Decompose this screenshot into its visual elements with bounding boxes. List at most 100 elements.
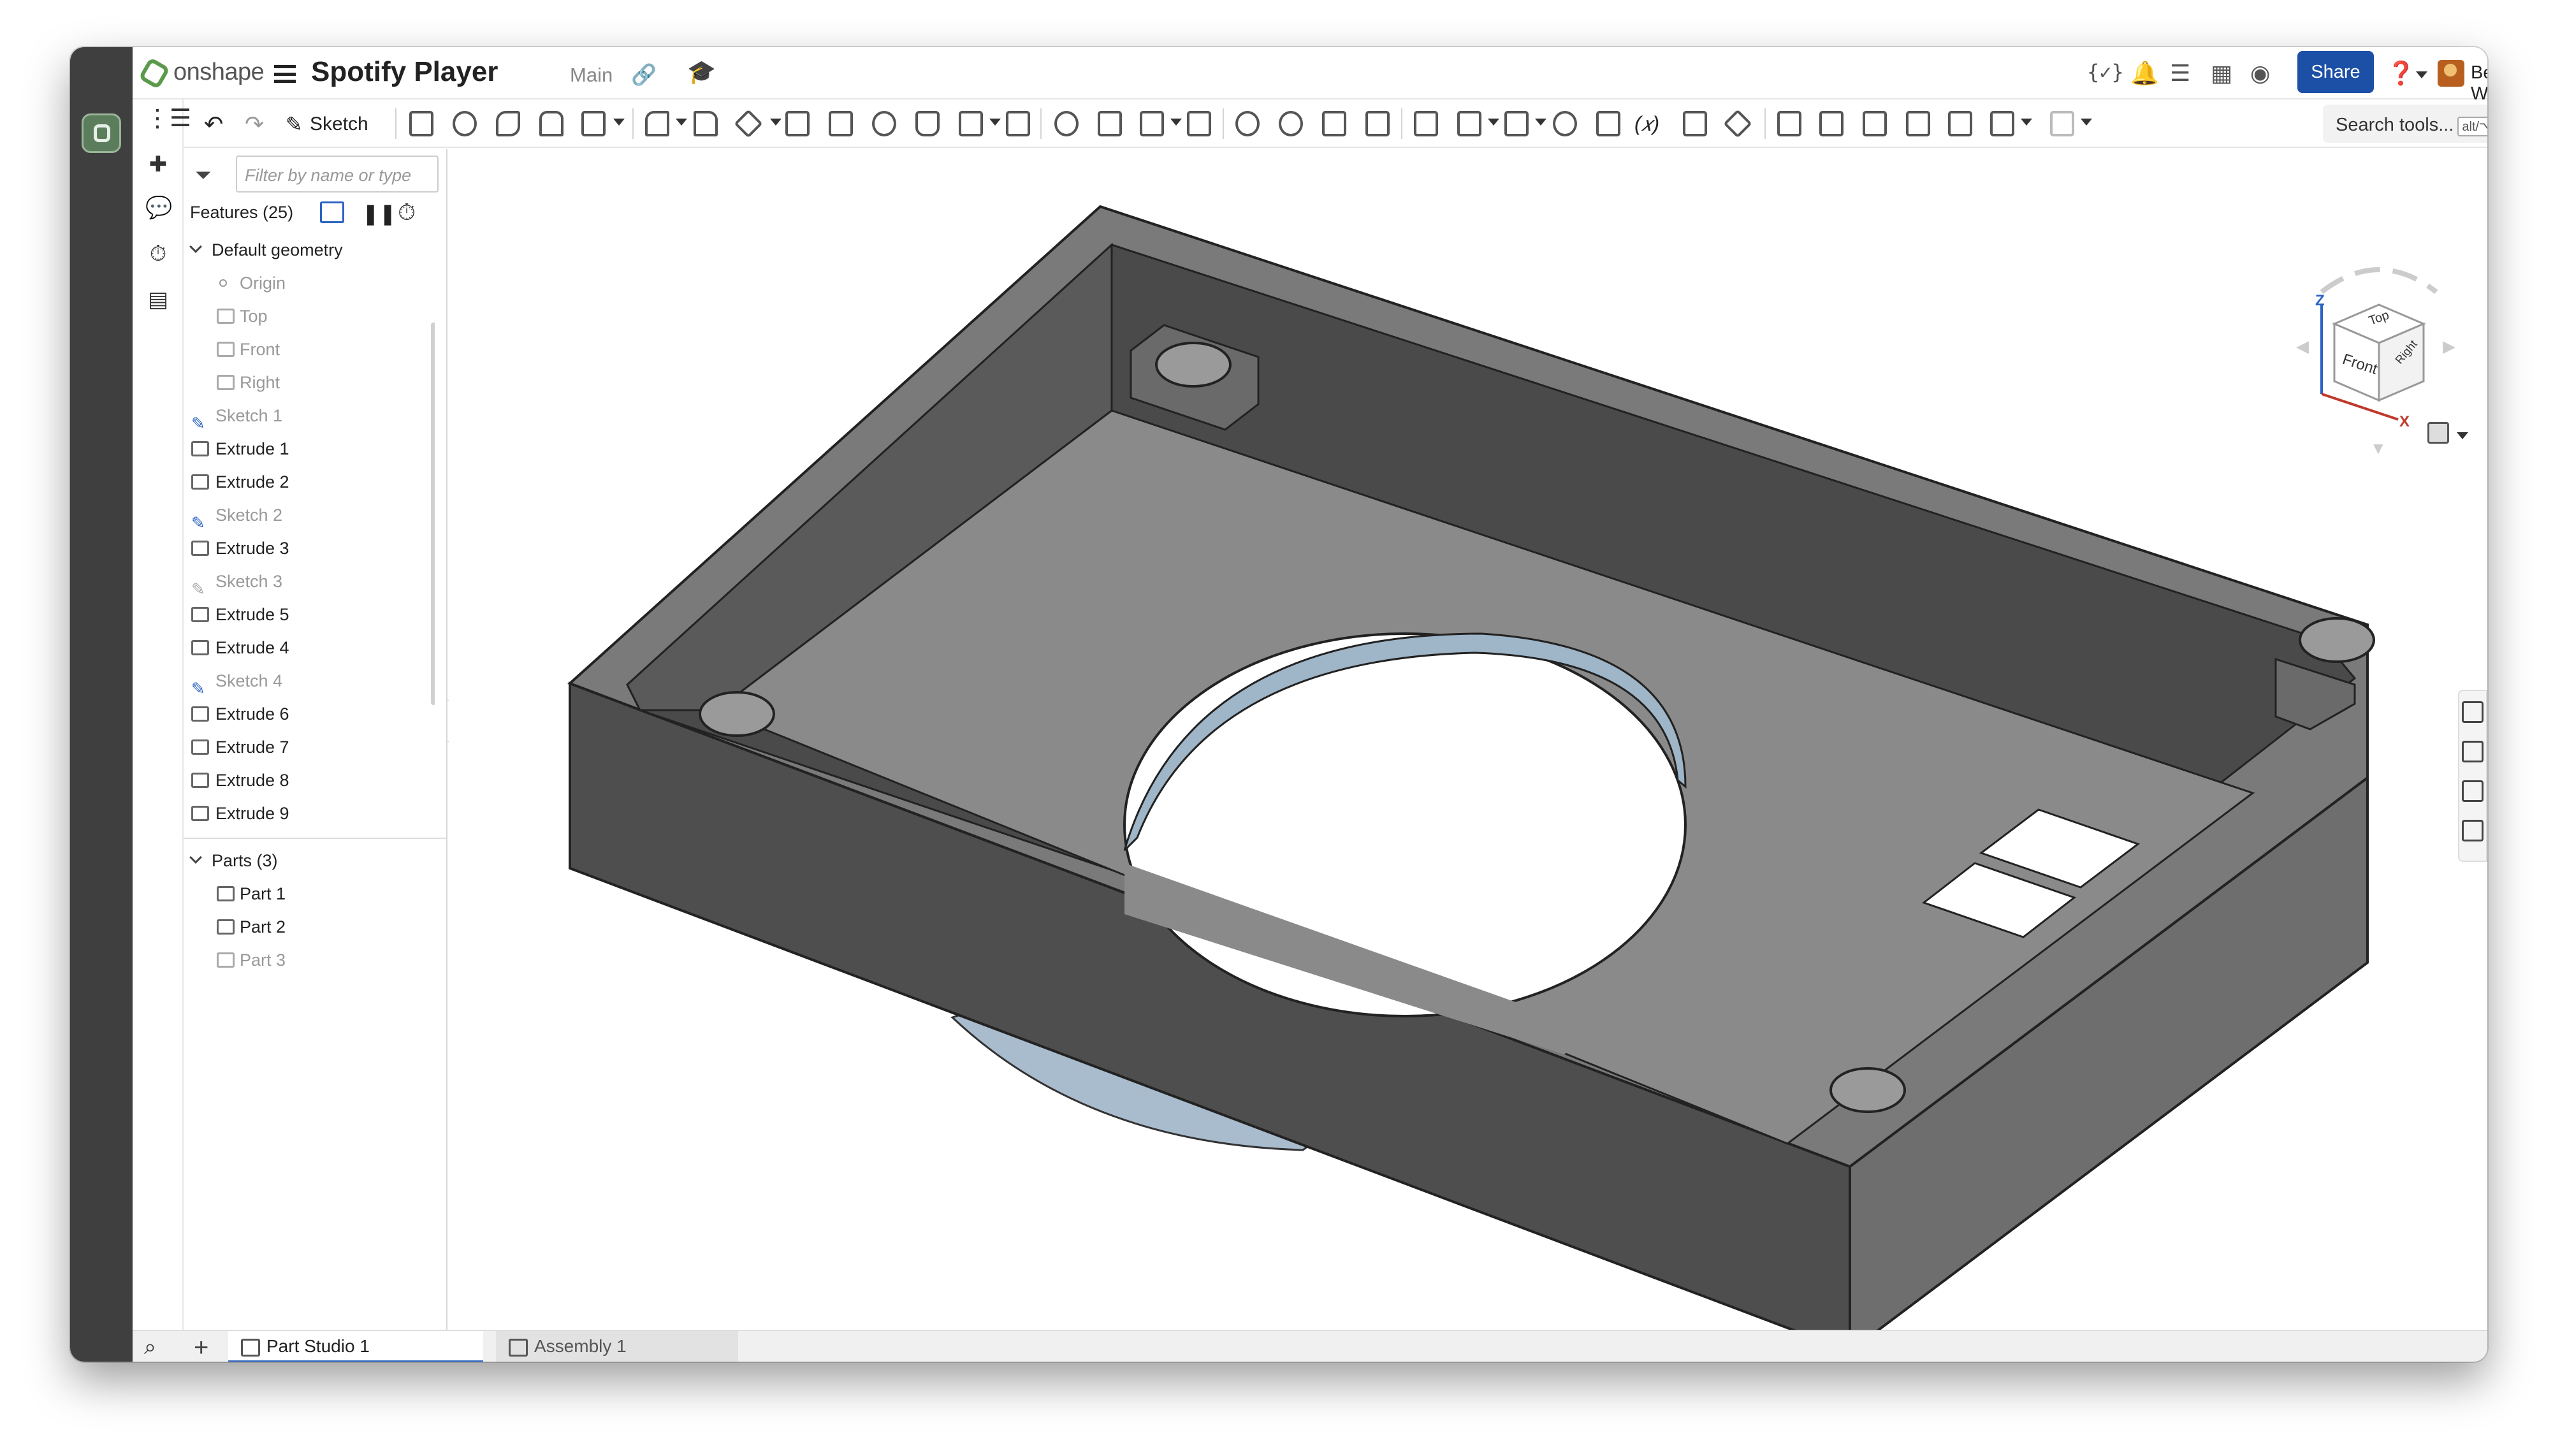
delete-part-icon[interactable] bbox=[1187, 111, 1211, 136]
tag-icon[interactable] bbox=[1723, 109, 1752, 138]
variable-table-icon[interactable] bbox=[1596, 111, 1620, 136]
mate-connector-icon[interactable] bbox=[1457, 111, 1481, 136]
tree-item-extrude-1[interactable]: Extrude 1 bbox=[184, 432, 435, 465]
tree-item-extrude-6[interactable]: Extrude 6 bbox=[184, 697, 435, 731]
tree-item-extrude-5[interactable]: Extrude 5 bbox=[184, 598, 435, 631]
menu-icon[interactable] bbox=[274, 65, 296, 83]
tree-item-extrude-4[interactable]: Extrude 4 bbox=[184, 631, 435, 664]
rotate-down-arrow-icon[interactable]: ▼ bbox=[2370, 439, 2387, 458]
variable-icon[interactable]: (𝑥) bbox=[1634, 112, 1659, 136]
form-icon[interactable] bbox=[1906, 111, 1930, 136]
tab-part-studio-1[interactable]: Part Studio 1 bbox=[228, 1331, 483, 1362]
hole-icon[interactable] bbox=[872, 111, 896, 136]
tree-item-sketch-1[interactable]: ✎ Sketch 1 bbox=[184, 399, 435, 433]
app-store-icon[interactable]: ◉ bbox=[2250, 60, 2270, 87]
draft-chevron-down-icon[interactable] bbox=[770, 119, 782, 126]
release-list-icon[interactable]: ☰ bbox=[2170, 60, 2190, 87]
tree-item-extrude-3[interactable]: Extrude 3 bbox=[184, 532, 435, 565]
document-title[interactable]: Spotify Player bbox=[311, 56, 498, 88]
thicken-icon[interactable] bbox=[581, 111, 606, 136]
tree-item-front-plane[interactable]: Front bbox=[184, 333, 435, 366]
thicken-chevron-down-icon[interactable] bbox=[613, 119, 625, 126]
tree-item-extrude-2[interactable]: Extrude 2 bbox=[184, 465, 435, 499]
default-geometry-folder[interactable]: Default geometry bbox=[184, 233, 435, 266]
tree-item-extrude-7[interactable]: Extrude 7 bbox=[184, 731, 435, 764]
feature-tree-scrollbar[interactable] bbox=[431, 323, 435, 705]
mirror-icon[interactable] bbox=[1006, 111, 1030, 136]
screw-hole[interactable] bbox=[699, 691, 775, 737]
rotate-left-arrow-icon[interactable]: ◀ bbox=[2296, 337, 2309, 356]
add-tab-icon[interactable]: + bbox=[194, 1334, 208, 1362]
derived-icon[interactable] bbox=[1683, 111, 1707, 136]
share-button[interactable]: Share bbox=[2297, 51, 2374, 93]
part-item[interactable]: Part 1 bbox=[184, 877, 435, 910]
draft-icon[interactable] bbox=[734, 109, 763, 138]
flange-icon[interactable] bbox=[1819, 111, 1844, 136]
feature-list-icon[interactable]: ⋮☰ bbox=[145, 106, 191, 131]
linear-pattern-icon[interactable] bbox=[959, 111, 983, 136]
custom-features-chevron-down-icon[interactable] bbox=[2081, 119, 2092, 126]
tab-assembly-1[interactable]: Assembly 1 bbox=[496, 1331, 738, 1362]
frame-icon[interactable] bbox=[1990, 111, 2014, 136]
part-item[interactable]: Part 2 bbox=[184, 910, 435, 943]
parts-folder[interactable]: Parts (3) bbox=[184, 844, 435, 877]
branch-name[interactable]: Main bbox=[570, 64, 613, 87]
tree-item-right-plane[interactable]: Right bbox=[184, 366, 435, 399]
link-icon[interactable]: 🔗 bbox=[631, 62, 657, 87]
split-icon[interactable] bbox=[1098, 111, 1122, 136]
extrude-icon[interactable] bbox=[409, 111, 433, 136]
model-3d-view[interactable] bbox=[449, 149, 2487, 1330]
panel-divider[interactable] bbox=[184, 838, 446, 839]
wrap-icon[interactable] bbox=[1553, 111, 1577, 136]
sweep-icon[interactable] bbox=[496, 111, 520, 136]
section-view-icon[interactable] bbox=[2462, 780, 2484, 802]
tree-item-extrude-8[interactable]: Extrude 8 bbox=[184, 764, 435, 797]
loft-icon[interactable] bbox=[539, 111, 564, 136]
screw-hole[interactable] bbox=[2299, 617, 2375, 663]
tree-item-sketch-3[interactable]: ✎ Sketch 3 bbox=[184, 565, 435, 599]
transform-chevron-down-icon[interactable] bbox=[1170, 119, 1182, 126]
filter-icon[interactable]: ⏷ bbox=[195, 163, 212, 187]
sketch-button[interactable]: Sketch bbox=[310, 113, 368, 135]
tree-item-origin[interactable]: Origin bbox=[184, 266, 435, 300]
chevron-down-icon[interactable] bbox=[189, 851, 202, 864]
screw-hole[interactable] bbox=[1829, 1067, 1906, 1113]
transform-icon[interactable] bbox=[1140, 111, 1164, 136]
tree-item-top-plane[interactable]: Top bbox=[184, 300, 435, 333]
avatar[interactable] bbox=[2438, 60, 2464, 87]
fillet-chevron-down-icon[interactable] bbox=[676, 119, 687, 126]
apps-grid-icon[interactable]: ▦ bbox=[2211, 60, 2232, 87]
helix-icon[interactable] bbox=[1504, 111, 1529, 136]
view-options-chevron-down-icon[interactable] bbox=[2457, 432, 2468, 439]
parts-display-icon[interactable] bbox=[2462, 741, 2484, 762]
tree-item-sketch-4[interactable]: ✎ Sketch 4 bbox=[184, 664, 435, 698]
fillet-icon[interactable] bbox=[645, 111, 669, 136]
model-circular-opening[interactable] bbox=[1123, 632, 1687, 1017]
cylinder-icon[interactable] bbox=[915, 111, 940, 136]
learning-center-icon[interactable]: 🎓 bbox=[687, 59, 716, 85]
boolean-icon[interactable] bbox=[1054, 111, 1079, 136]
corner-icon[interactable] bbox=[1948, 111, 1972, 136]
configuration-icon[interactable] bbox=[2462, 820, 2484, 841]
plane-icon[interactable] bbox=[1414, 111, 1438, 136]
help-icon[interactable]: ❓ bbox=[2387, 60, 2415, 87]
user-name[interactable]: Ben W bbox=[2471, 62, 2487, 105]
modify-fillet-icon[interactable] bbox=[1235, 111, 1260, 136]
sheet-metal-icon[interactable] bbox=[1777, 111, 1801, 136]
rollback-pause-icon[interactable]: ❚❚ bbox=[362, 201, 396, 226]
rotate-right-arrow-icon[interactable]: ▶ bbox=[2443, 337, 2455, 356]
tree-item-sketch-2[interactable]: ✎ Sketch 2 bbox=[184, 499, 435, 532]
pattern-chevron-down-icon[interactable] bbox=[989, 119, 1001, 126]
chamfer-icon[interactable] bbox=[694, 111, 718, 136]
properties-icon[interactable]: ▤ bbox=[145, 287, 171, 312]
filter-input[interactable]: Filter by name or type bbox=[236, 156, 439, 193]
add-folder-icon[interactable] bbox=[320, 201, 344, 223]
redo-icon[interactable]: ↷ bbox=[245, 111, 264, 138]
part-studio-app-icon[interactable] bbox=[82, 113, 121, 153]
appearance-icon[interactable] bbox=[2462, 701, 2484, 723]
help-chevron-down-icon[interactable] bbox=[2416, 71, 2427, 78]
move-face-icon[interactable] bbox=[1322, 111, 1346, 136]
chevron-down-icon[interactable] bbox=[189, 240, 202, 253]
sketch-pencil-icon[interactable]: ✎ bbox=[286, 112, 303, 136]
notifications-bell-icon[interactable]: 🔔 bbox=[2130, 60, 2159, 87]
